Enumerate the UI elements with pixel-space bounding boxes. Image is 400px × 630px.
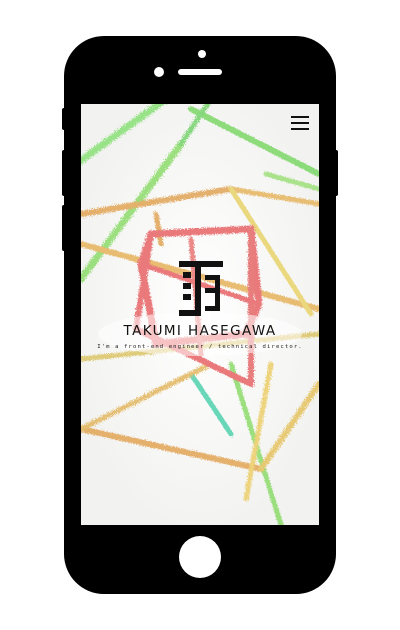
profile-tagline: I'm a front-end engineer / technical dir…: [97, 344, 303, 350]
mockup-stage: TAKUMI HASEGAWA I'm a front-end engineer…: [0, 0, 400, 630]
th-monogram-logo: [179, 261, 223, 316]
earpiece-speaker: [178, 69, 222, 75]
phone-top-dot: [198, 50, 206, 58]
profile-name: TAKUMI HASEGAWA: [123, 323, 277, 339]
hamburger-line: [291, 122, 309, 124]
phone-frame: TAKUMI HASEGAWA I'm a front-end engineer…: [64, 36, 336, 594]
hamburger-line: [291, 116, 309, 118]
front-camera-icon: [154, 67, 164, 77]
home-button[interactable]: [179, 536, 221, 578]
hamburger-menu-icon[interactable]: [291, 116, 309, 130]
phone-screen: TAKUMI HASEGAWA I'm a front-end engineer…: [81, 104, 319, 525]
hamburger-line: [291, 128, 309, 130]
